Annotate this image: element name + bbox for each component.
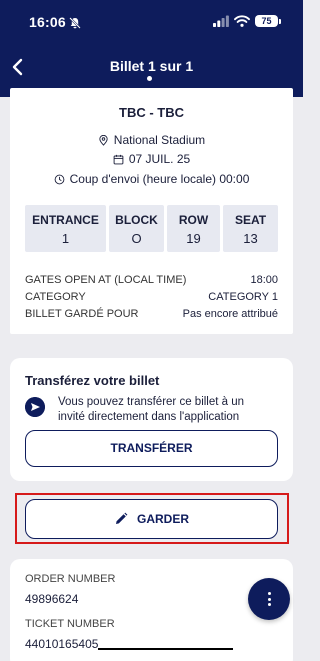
seat-row: ROW 19 (167, 205, 220, 252)
order-number-value: 49896624 (25, 592, 79, 606)
seat-seat: SEAT 13 (223, 205, 278, 252)
date-line: 07 JUIL. 25 (10, 152, 293, 166)
ticket-number-value: 44010165405 (25, 637, 99, 651)
status-bar: 16:06 75 (0, 12, 303, 34)
order-number-label: ORDER NUMBER (25, 573, 116, 585)
seat-label: BLOCK (115, 213, 158, 227)
stadium-line: National Stadium (10, 133, 293, 147)
seat-block: BLOCK O (109, 205, 164, 252)
signal-icon (213, 15, 229, 27)
location-pin-icon (99, 134, 108, 146)
detail-value: CATEGORY 1 (208, 291, 278, 303)
seat-entrance: ENTRANCE 1 (25, 205, 106, 252)
ticket-card: TBC - TBC National Stadium 07 JUIL. 25 C… (10, 88, 293, 334)
battery-level: 75 (255, 15, 278, 27)
seat-value: O (131, 231, 142, 246)
seat-label: ENTRANCE (32, 213, 99, 227)
detail-key: CATEGORY (25, 291, 86, 303)
transfer-description: Vous pouvez transférer ce billet à un in… (58, 396, 245, 423)
detail-row-category: CATEGORY CATEGORY 1 (25, 291, 278, 303)
transfer-button[interactable]: TRANSFÉRER (25, 430, 278, 467)
detail-key: BILLET GARDÉ POUR (25, 308, 139, 320)
battery-indicator: 75 (255, 15, 281, 27)
seat-label: SEAT (234, 213, 267, 227)
match-date: 07 JUIL. 25 (128, 152, 191, 166)
stadium-name: National Stadium (113, 133, 206, 147)
top-header: 16:06 75 Billet 1 sur 1 (0, 0, 303, 97)
seat-value: 1 (61, 231, 70, 246)
transfer-title: Transférez votre billet (25, 373, 160, 388)
detail-key: GATES OPEN AT (LOCAL TIME) (25, 274, 187, 286)
keep-button[interactable]: GARDER (25, 499, 278, 539)
kickoff-time: Coup d'envoi (heure locale) 00:00 (69, 172, 250, 186)
more-options-button[interactable] (248, 578, 290, 620)
page-title: Billet 1 sur 1 (109, 58, 194, 74)
send-icon (25, 397, 45, 417)
match-title: TBC - TBC (119, 105, 184, 120)
seat-value: 13 (243, 231, 258, 246)
seat-label: ROW (178, 213, 209, 227)
clock-icon (54, 174, 64, 184)
page-indicator-dot (147, 76, 152, 81)
calendar-icon (113, 154, 124, 164)
seat-value: 19 (186, 231, 201, 246)
detail-row-holder: BILLET GARDÉ POUR Pas encore attribué (25, 308, 278, 320)
detail-value: Pas encore attribué (182, 308, 278, 320)
status-time: 16:06 (29, 14, 66, 30)
vertical-dots-icon (267, 592, 271, 606)
detail-value: 18:00 (250, 274, 278, 286)
wifi-icon (234, 15, 250, 27)
detail-row-gates: GATES OPEN AT (LOCAL TIME) 18:00 (25, 274, 278, 286)
transfer-card: Transférez votre billet Vous pouvez tran… (10, 358, 293, 481)
ticket-number-label: TICKET NUMBER (25, 618, 115, 630)
pencil-icon (115, 512, 128, 524)
redaction-line (98, 648, 233, 650)
keep-button-label: GARDER (136, 512, 189, 526)
kickoff-line: Coup d'envoi (heure locale) 00:00 (10, 172, 293, 186)
bell-mute-icon (69, 17, 81, 29)
